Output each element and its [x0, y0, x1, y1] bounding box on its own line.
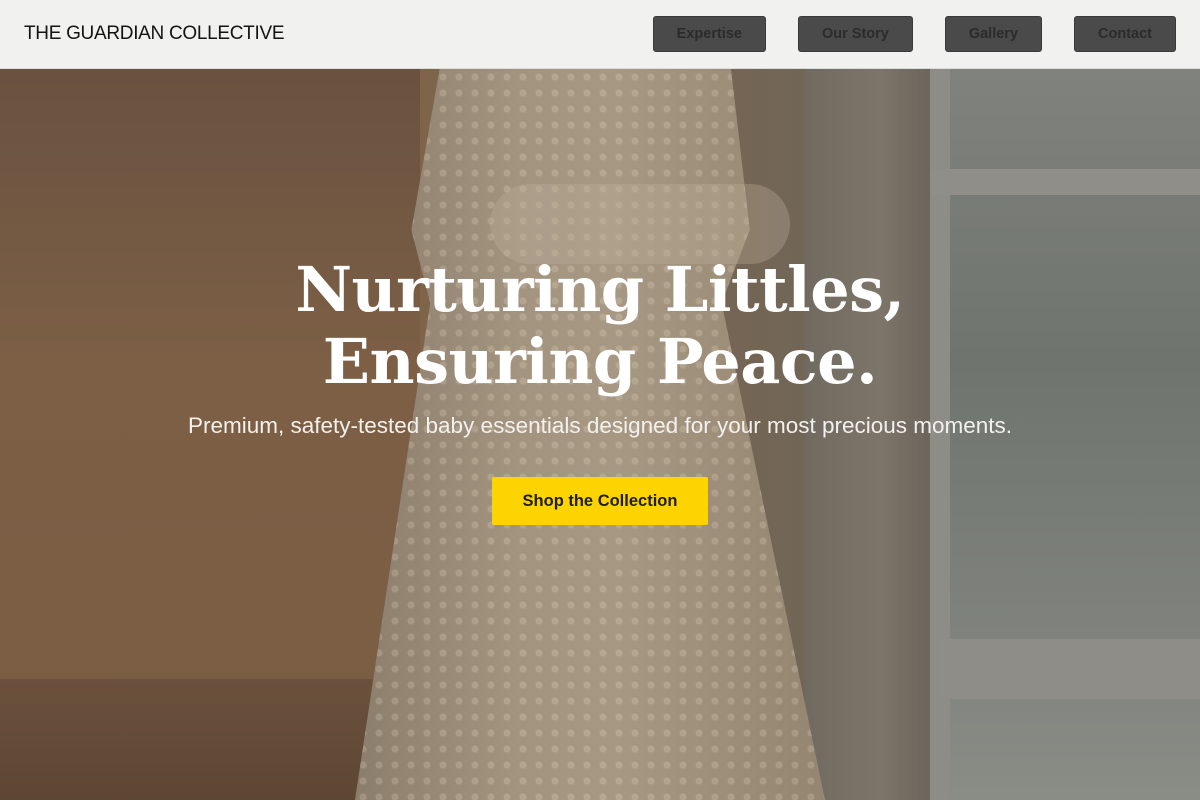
main-nav: Expertise Our Story Gallery Contact: [652, 16, 1176, 52]
site-header: THE GUARDIAN COLLECTIVE Expertise Our St…: [0, 0, 1200, 69]
hero-title: Nurturing Littles, Ensuring Peace.: [150, 254, 1050, 398]
nav-gallery-button[interactable]: Gallery: [944, 16, 1043, 52]
brand-logo-text[interactable]: THE GUARDIAN COLLECTIVE: [24, 23, 285, 45]
nav-our-story-button[interactable]: Our Story: [797, 16, 913, 52]
hero-title-line-2: Ensuring Peace.: [322, 325, 878, 398]
hero-title-line-1: Nurturing Littles,: [295, 253, 905, 326]
hero-content: Nurturing Littles, Ensuring Peace. Premi…: [0, 69, 1200, 800]
shop-collection-button[interactable]: Shop the Collection: [491, 477, 709, 525]
nav-expertise-button[interactable]: Expertise: [652, 16, 766, 52]
hero-subtitle: Premium, safety-tested baby essentials d…: [187, 413, 1013, 438]
nav-contact-button[interactable]: Contact: [1074, 16, 1176, 52]
